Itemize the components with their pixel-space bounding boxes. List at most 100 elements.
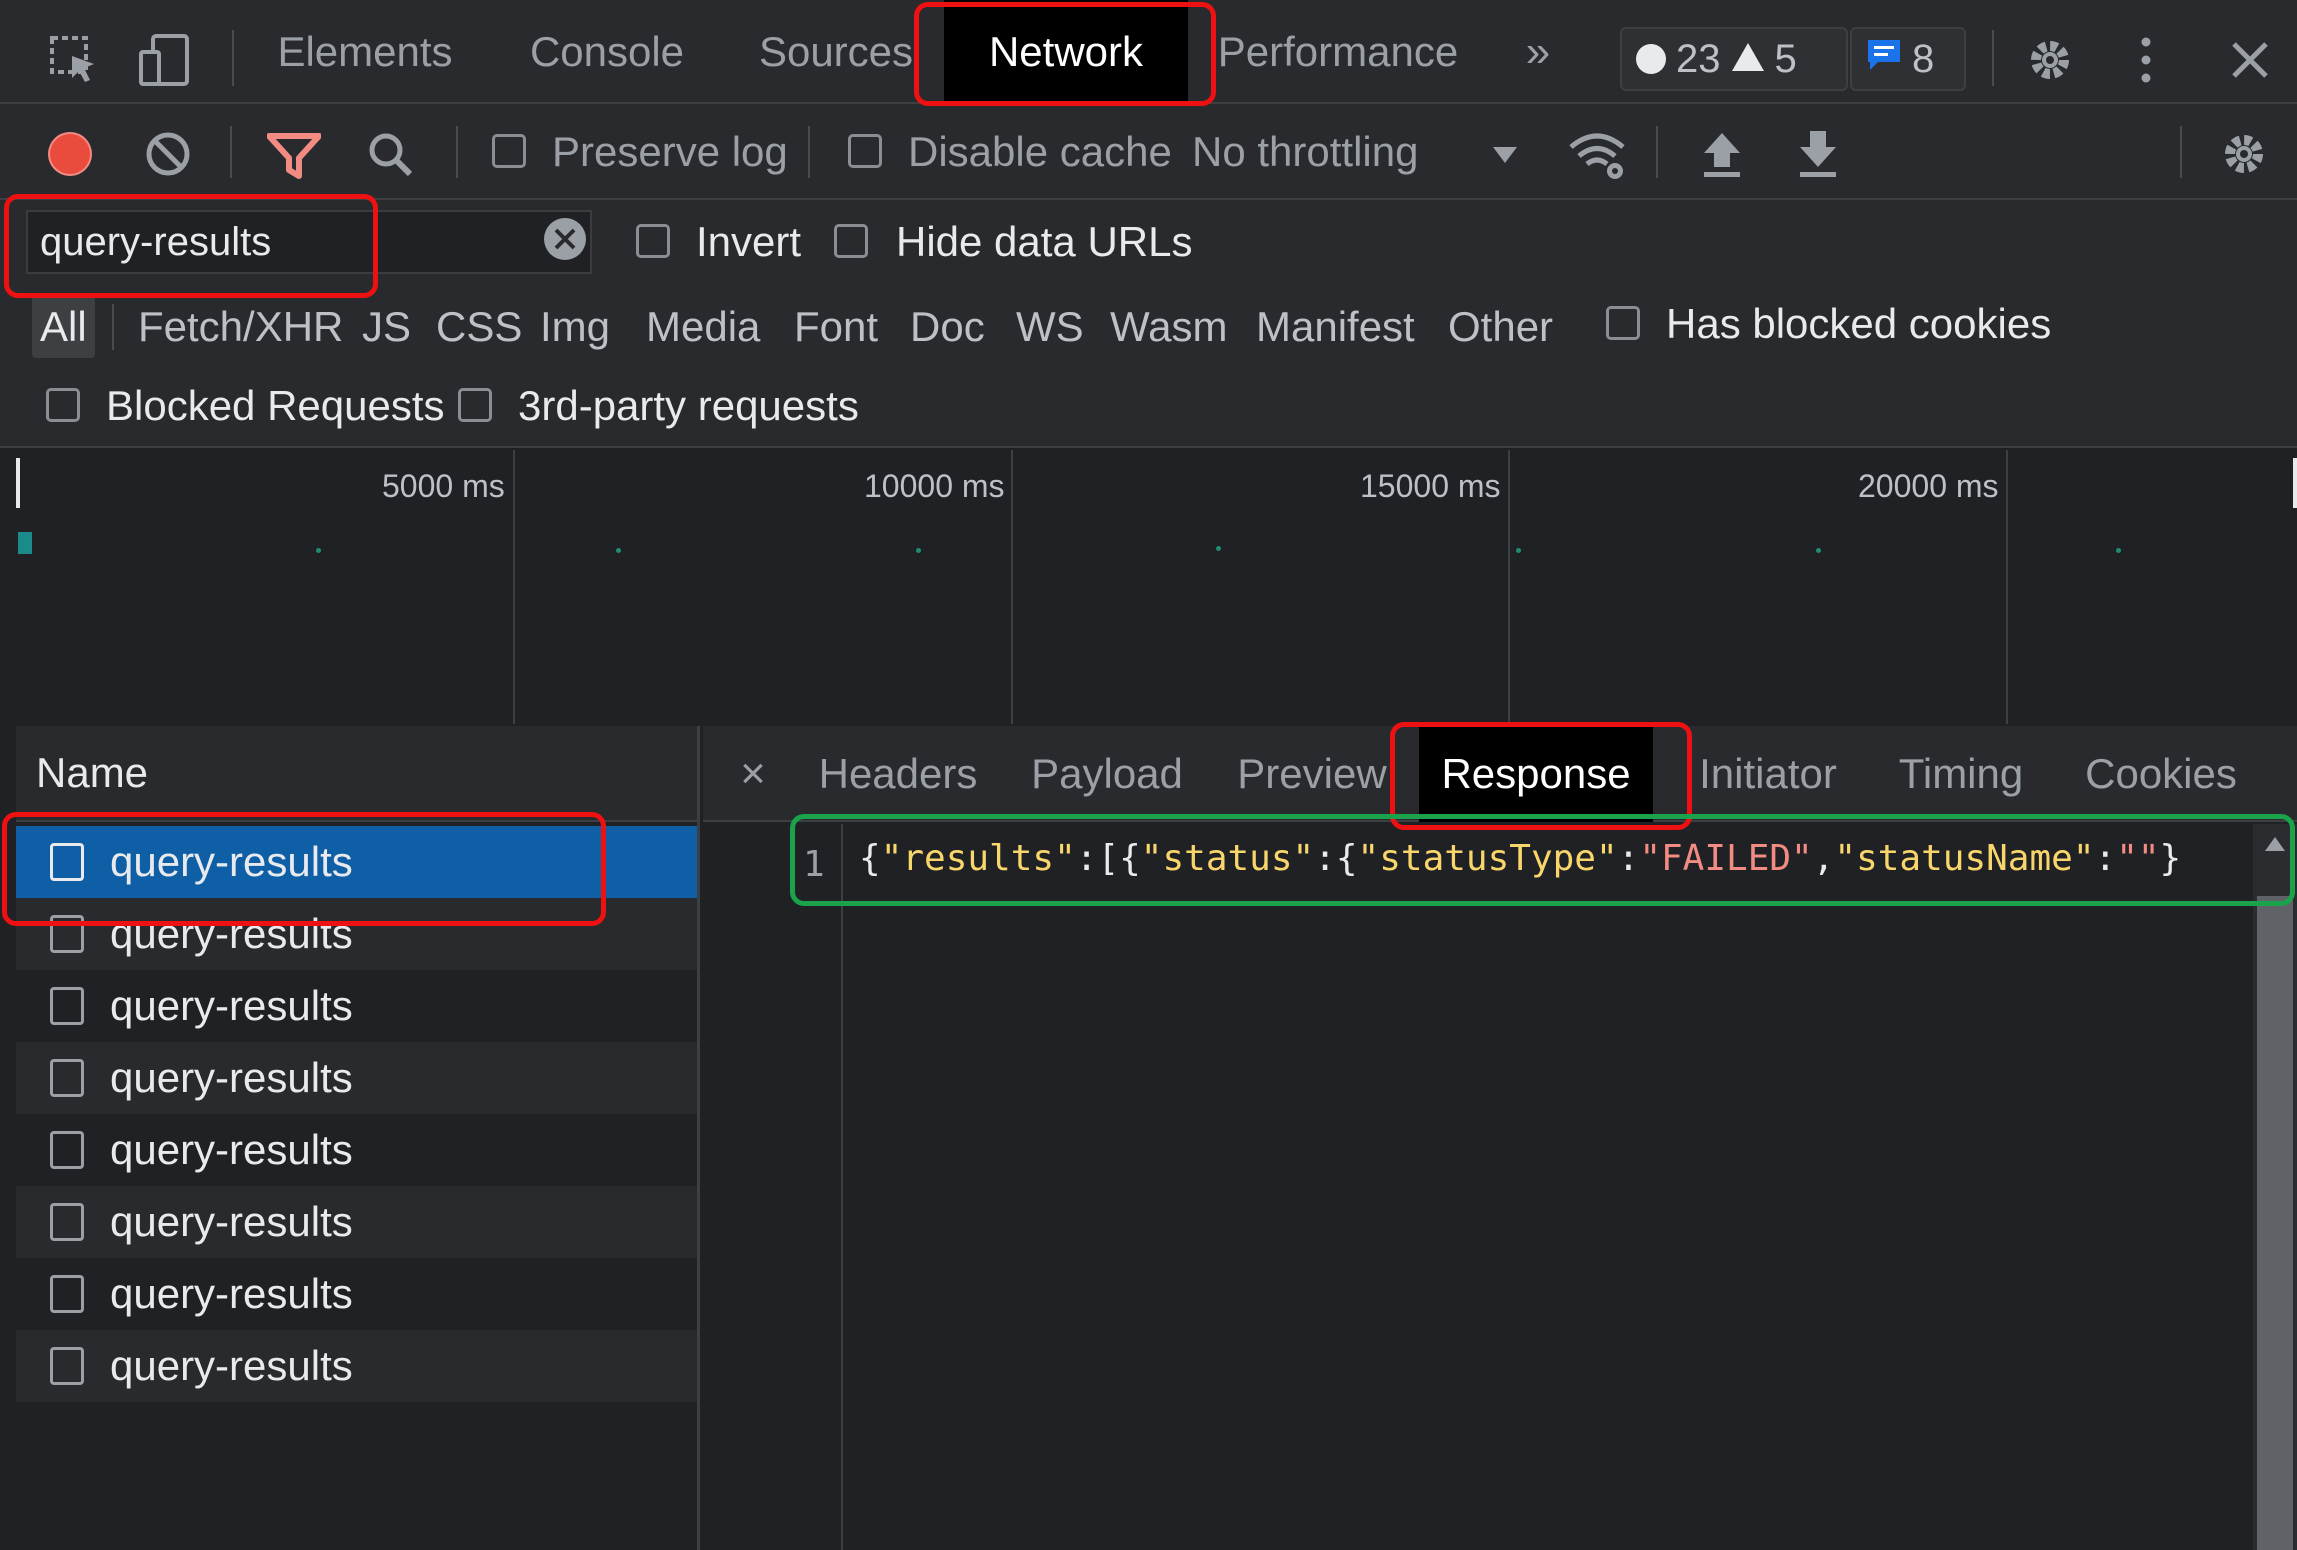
blocked-requests-label: Blocked Requests xyxy=(106,382,445,429)
third-party-requests-label: 3rd-party requests xyxy=(518,382,859,429)
request-row[interactable]: query-results xyxy=(16,1042,697,1114)
line-number-gutter xyxy=(703,824,843,1550)
blocked-requests-checkbox[interactable] xyxy=(46,388,80,422)
filter-type-fetch-xhr[interactable]: Fetch/XHR xyxy=(138,296,343,358)
network-conditions-icon[interactable] xyxy=(1566,128,1628,184)
request-row[interactable]: query-results xyxy=(16,1330,697,1402)
json-punct: : xyxy=(1617,838,1640,879)
toolbar-divider xyxy=(232,30,234,86)
inspect-element-icon[interactable] xyxy=(44,30,104,90)
tab-preview[interactable]: Preview xyxy=(1237,726,1387,822)
scroll-up-arrow-icon[interactable] xyxy=(2263,834,2287,854)
tab-elements[interactable]: Elements xyxy=(276,0,454,104)
filter-type-all[interactable]: All xyxy=(32,296,95,358)
has-blocked-cookies-checkbox[interactable] xyxy=(1606,306,1640,340)
request-file-icon xyxy=(50,1275,84,1313)
request-row[interactable]: query-results xyxy=(16,1186,697,1258)
json-punct: :[{ xyxy=(1075,838,1141,879)
device-toolbar-icon[interactable] xyxy=(134,28,194,92)
tab-initiator[interactable]: Initiator xyxy=(1693,726,1843,822)
request-file-icon xyxy=(50,1203,84,1241)
tab-headers[interactable]: Headers xyxy=(813,726,983,822)
preserve-log-checkbox[interactable] xyxy=(492,134,526,168)
devtools-tab-bar: Elements Console Sources Network Perform… xyxy=(0,0,2297,104)
close-devtools-icon[interactable] xyxy=(2220,30,2280,90)
settings-gear-icon[interactable] xyxy=(2020,30,2080,90)
filter-input[interactable] xyxy=(26,210,592,274)
request-detail-pane: × Headers Payload Preview Response Initi… xyxy=(703,726,2297,1550)
json-string: "FAILED" xyxy=(1639,838,1813,879)
tick-label: 10000 ms xyxy=(864,468,1005,504)
filter-type-css[interactable]: CSS xyxy=(436,296,522,358)
clear-icon[interactable] xyxy=(142,128,194,180)
error-count: 23 xyxy=(1676,36,1721,81)
disable-cache-label: Disable cache xyxy=(908,128,1172,175)
tick-line xyxy=(1011,450,1013,724)
filter-funnel-icon[interactable] xyxy=(266,128,322,184)
tab-response[interactable]: Response xyxy=(1419,726,1653,822)
tick-line xyxy=(2006,450,2008,724)
chevron-down-icon[interactable] xyxy=(1490,140,1520,170)
response-body-line[interactable]: {"results":[{"status":{"statusType":"FAI… xyxy=(859,838,2181,879)
disable-cache-checkbox[interactable] xyxy=(848,134,882,168)
json-key: "results" xyxy=(880,838,1076,879)
request-file-icon xyxy=(50,1347,84,1385)
filter-type-other[interactable]: Other xyxy=(1448,296,1553,358)
message-icon xyxy=(1866,37,1902,82)
import-har-icon[interactable] xyxy=(1696,126,1748,182)
scrollbar-thumb[interactable] xyxy=(2257,896,2293,1550)
messages-badge[interactable]: 8 xyxy=(1850,27,1966,91)
toolbar-divider xyxy=(456,126,458,178)
close-detail-button[interactable]: × xyxy=(723,726,783,822)
export-har-icon[interactable] xyxy=(1792,126,1844,182)
overview-right-handle[interactable] xyxy=(2293,458,2297,508)
third-party-requests-checkbox[interactable] xyxy=(458,388,492,422)
filter-type-img[interactable]: Img xyxy=(540,296,610,358)
search-icon[interactable] xyxy=(364,128,416,180)
throttling-select[interactable]: No throttling xyxy=(1192,128,1418,176)
record-icon[interactable] xyxy=(44,128,96,180)
name-column-header[interactable]: Name xyxy=(16,726,697,822)
tab-console[interactable]: Console xyxy=(522,0,692,104)
network-settings-gear-icon[interactable] xyxy=(2214,126,2274,182)
tab-timing[interactable]: Timing xyxy=(1891,726,2031,822)
invert-checkbox[interactable] xyxy=(636,224,670,258)
request-row[interactable]: query-results xyxy=(16,970,697,1042)
filter-type-wasm[interactable]: Wasm xyxy=(1110,296,1227,358)
tick-label: 5000 ms xyxy=(382,468,505,504)
tab-performance[interactable]: Performance xyxy=(1218,0,1458,104)
filter-type-font[interactable]: Font xyxy=(794,296,878,358)
tab-payload[interactable]: Payload xyxy=(1027,726,1187,822)
request-name: query-results xyxy=(110,910,353,957)
line-number: 1 xyxy=(803,844,825,885)
hide-data-urls-label: Hide data URLs xyxy=(896,218,1193,265)
json-key: "statusName" xyxy=(1834,838,2095,879)
request-row[interactable]: query-results xyxy=(16,826,697,898)
request-name: query-results xyxy=(110,1054,353,1101)
filter-type-manifest[interactable]: Manifest xyxy=(1256,296,1415,358)
overview-dot xyxy=(1816,548,1821,553)
hide-data-urls-checkbox[interactable] xyxy=(834,224,868,258)
clear-filter-icon[interactable] xyxy=(540,214,590,264)
tab-cookies[interactable]: Cookies xyxy=(2081,726,2241,822)
issues-badge[interactable]: 23 5 xyxy=(1620,27,1848,91)
more-tabs-button[interactable]: » xyxy=(1508,0,1568,104)
request-row[interactable]: query-results xyxy=(16,1114,697,1186)
filter-type-ws[interactable]: WS xyxy=(1016,296,1084,358)
tab-network[interactable]: Network xyxy=(944,0,1188,104)
filter-type-doc[interactable]: Doc xyxy=(910,296,985,358)
invert-label: Invert xyxy=(696,218,802,265)
request-row[interactable]: query-results xyxy=(16,898,697,970)
request-row[interactable]: query-results xyxy=(16,1258,697,1330)
filter-type-js[interactable]: JS xyxy=(362,296,411,358)
more-options-icon[interactable] xyxy=(2126,30,2166,90)
tab-sources[interactable]: Sources xyxy=(752,0,920,104)
request-name: query-results xyxy=(110,1198,353,1245)
overview-left-handle[interactable] xyxy=(16,458,20,508)
filter-type-media[interactable]: Media xyxy=(646,296,760,358)
network-toolbar: Preserve log Disable cache No throttling xyxy=(0,104,2297,200)
toolbar-divider xyxy=(1992,30,1994,86)
network-overview[interactable]: 5000 ms 10000 ms 15000 ms 20000 ms xyxy=(16,450,2297,724)
request-name: query-results xyxy=(110,1270,353,1317)
toolbar-divider xyxy=(808,126,810,178)
